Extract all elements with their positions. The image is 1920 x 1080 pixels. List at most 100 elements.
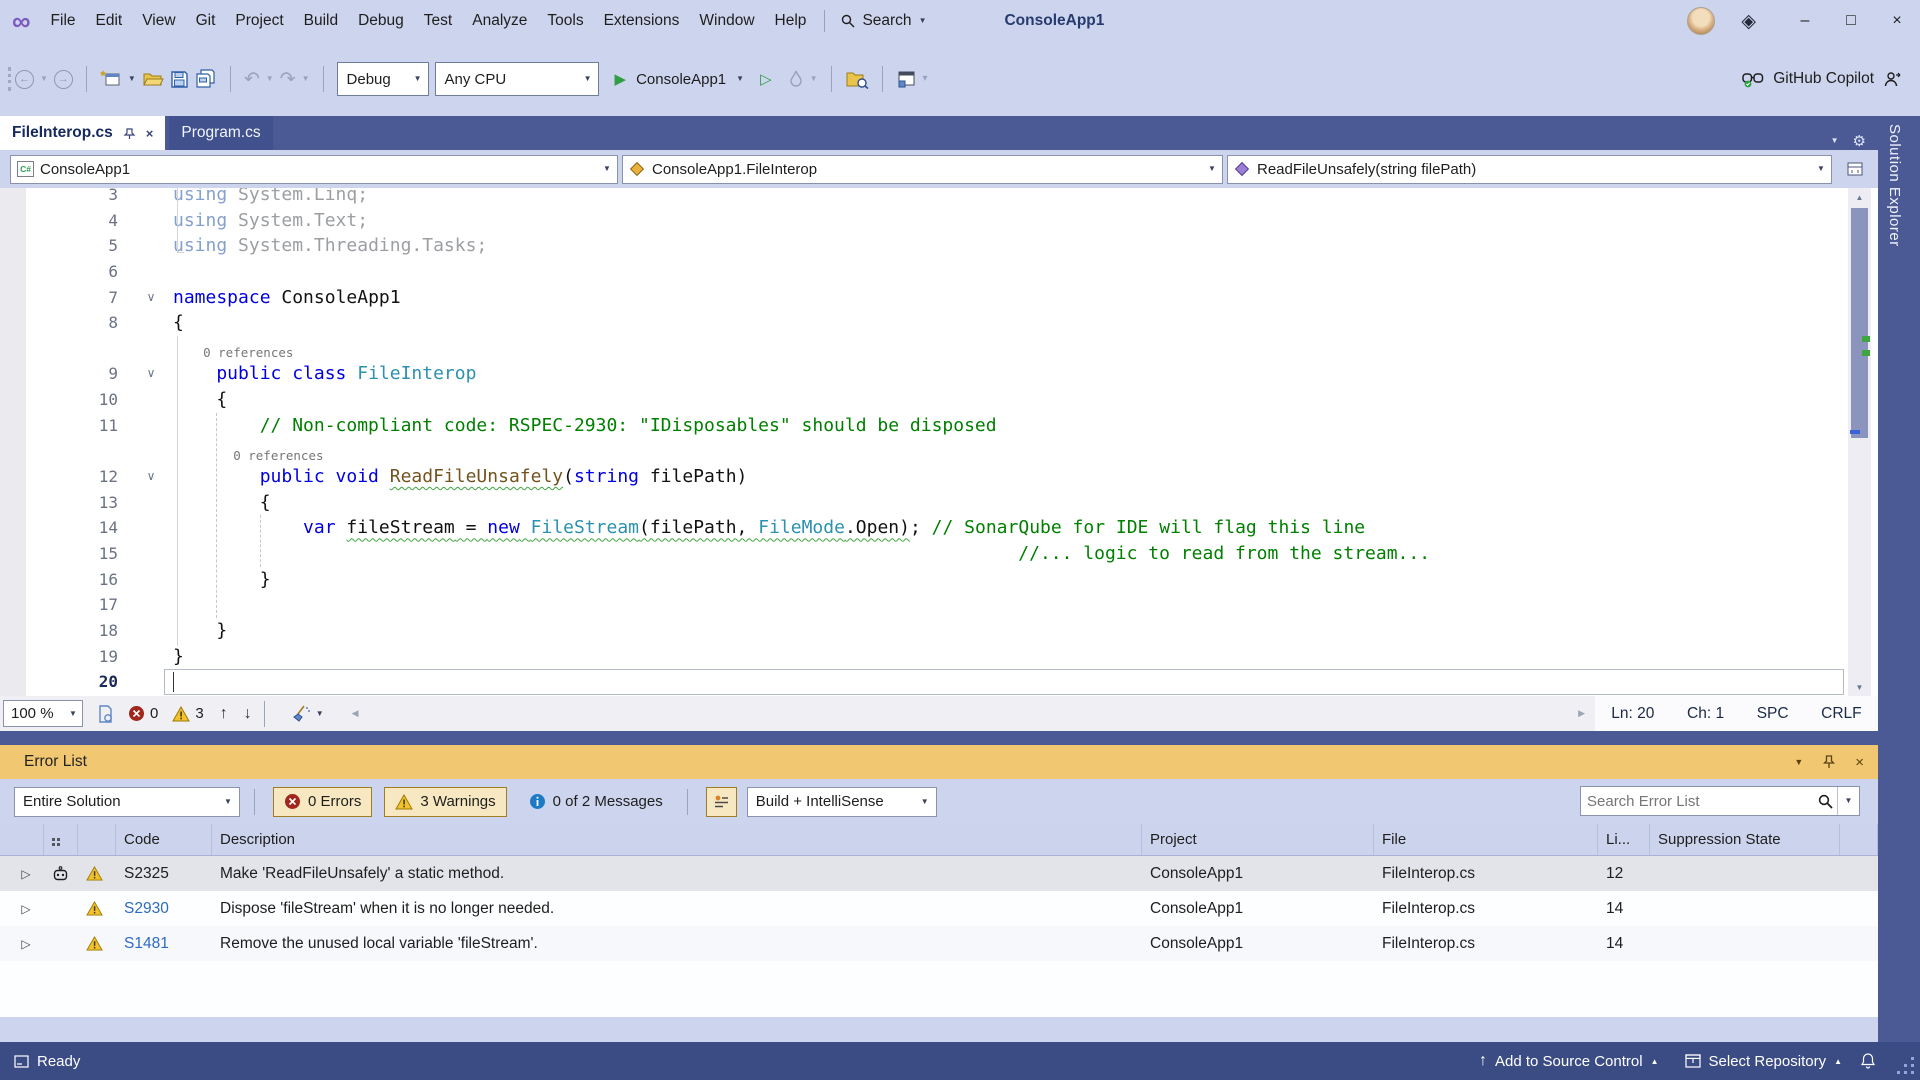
column-header-code[interactable]: Code [116,824,212,855]
solution-platform-select[interactable]: Any CPU ▼ [435,62,599,96]
select-repository-button[interactable]: Select Repository ▲ [1677,1042,1850,1080]
rule-code-link[interactable]: S2930 [124,900,169,918]
tab-fileinterop[interactable]: FileInterop.cs × [0,116,165,150]
undo-dropdown-icon[interactable]: ▼ [266,75,274,83]
row-expander[interactable]: ▷ [0,926,44,961]
codelens-references[interactable]: 0 references [173,345,293,360]
search-input[interactable] [1581,793,1818,810]
menu-item-tools[interactable]: Tools [537,0,593,42]
toolbar-drag-handle[interactable] [8,67,11,91]
save-all-icon[interactable] [195,69,217,89]
warnings-indicator[interactable]: 3 [172,705,203,722]
scroll-down-icon[interactable]: ▼ [1848,678,1871,696]
menu-item-analyze[interactable]: Analyze [462,0,537,42]
messages-filter-button[interactable]: 0 of 2 Messages [519,787,673,817]
menu-item-test[interactable]: Test [414,0,462,42]
next-issue-button[interactable]: ↓ [244,705,252,723]
hot-reload-dropdown-icon[interactable]: ▼ [810,75,818,83]
pin-icon[interactable] [1823,755,1835,769]
scope-select[interactable]: Entire Solution ▼ [14,787,240,817]
search-button[interactable]: Search ▼ [833,12,934,30]
type-dropdown[interactable]: ConsoleApp1.FileInterop ▼ [622,155,1223,184]
menu-item-debug[interactable]: Debug [348,0,414,42]
avatar[interactable] [1687,7,1715,35]
solution-explorer-collapsed-tab[interactable]: Solution Explorer [1886,124,1903,247]
column-indicator[interactable]: Ch: 1 [1687,705,1724,723]
row-expander[interactable]: ▷ [0,891,44,926]
split-window-button[interactable] [1842,156,1868,182]
document-health-button[interactable] [97,705,114,723]
column-header-file[interactable]: File [1374,824,1598,855]
menu-item-window[interactable]: Window [689,0,764,42]
undo-icon[interactable]: ↶ [244,70,260,89]
errors-filter-button[interactable]: 0 Errors [273,787,372,817]
feedback-diamond-icon[interactable]: ◈ [1741,10,1756,33]
error-list-title-bar[interactable]: Error List ▼ × [0,745,1878,779]
menu-item-edit[interactable]: Edit [86,0,133,42]
close-icon[interactable]: × [1855,754,1864,771]
add-to-source-control-button[interactable]: ↑ Add to Source Control ▲ [1471,1042,1667,1080]
code-cleanup-button[interactable]: ▼ [291,705,324,723]
error-list-search[interactable]: ▼ [1580,786,1860,816]
error-list-row-s1481[interactable]: ▷S1481Remove the unused local variable '… [0,926,1878,961]
solution-configuration-select[interactable]: Debug ▼ [337,62,429,96]
previous-issue-button[interactable]: ↑ [220,705,228,723]
insert-mode-indicator[interactable]: SPC [1757,705,1789,723]
codelens-references[interactable]: 0 references [173,448,324,463]
editor-vertical-scrollbar[interactable]: ▲ ▼ [1848,188,1871,696]
navigate-back-button[interactable]: ← [15,70,34,89]
pin-icon[interactable] [123,127,136,140]
minimize-button[interactable]: – [1782,0,1828,42]
start-debugging-icon[interactable]: ▶ [615,70,627,88]
warnings-filter-button[interactable]: 3 Warnings [384,787,506,817]
member-dropdown[interactable]: ReadFileUnsafely(string filePath) ▼ [1227,155,1832,184]
code-cell[interactable]: S2325 [116,856,212,891]
row-expander[interactable]: ▷ [0,856,44,891]
scrollbar-thumb[interactable] [1851,208,1868,438]
column-header-suppressionstate[interactable]: Suppression State [1650,824,1840,855]
redo-dropdown-icon[interactable]: ▼ [302,75,310,83]
menu-item-file[interactable]: File [41,0,86,42]
new-project-icon[interactable] [100,69,122,89]
errors-indicator[interactable]: 0 [128,705,158,722]
menu-item-extensions[interactable]: Extensions [594,0,690,42]
zoom-select[interactable]: 100 % ▼ [3,700,83,727]
panel-splitter[interactable] [0,731,1920,745]
find-in-files-icon[interactable] [845,70,869,89]
background-tasks-icon[interactable] [14,1055,29,1068]
save-icon[interactable] [170,70,189,89]
open-folder-icon[interactable] [142,70,164,88]
horizontal-scrollbar[interactable]: ◀ ▶ [324,696,1595,731]
copilot-status-button[interactable]: GitHub Copilot [1742,70,1920,88]
menu-item-git[interactable]: Git [186,0,226,42]
navigate-forward-button[interactable]: → [54,70,73,89]
resize-grip[interactable] [1911,1071,1914,1074]
fold-toggle-icon[interactable]: ∨ [140,464,162,490]
menu-item-help[interactable]: Help [765,0,817,42]
gear-icon[interactable]: ⚙ [1853,132,1866,150]
copilot-fix-icon[interactable] [52,866,69,881]
line-ending-indicator[interactable]: CRLF [1821,705,1861,723]
scroll-right-icon[interactable]: ▶ [1578,696,1585,731]
window-position-icon[interactable]: ▼ [1794,758,1803,767]
error-list-row-s2930[interactable]: ▷S2930Dispose 'fileStream' when it is no… [0,891,1878,926]
toolbar-overflow-icon[interactable]: ▾ [923,74,927,84]
menu-item-view[interactable]: View [132,0,185,42]
column-header-project[interactable]: Project [1142,824,1374,855]
close-tab-icon[interactable]: × [146,127,154,140]
rule-code-link[interactable]: S1481 [124,935,169,953]
source-filter-select[interactable]: Build + IntelliSense ▼ [747,787,937,817]
start-without-debugging-icon[interactable]: ▷ [760,70,772,88]
project-dropdown[interactable]: C# ConsoleApp1 ▼ [10,155,618,184]
preview-window-icon[interactable] [896,70,917,89]
code-cell[interactable]: S1481 [116,926,212,961]
error-list-row-s2325[interactable]: ▷S2325Make 'ReadFileUnsafely' a static m… [0,856,1878,891]
code-cell[interactable]: S2930 [116,891,212,926]
run-target-label[interactable]: ConsoleApp1 [636,71,726,88]
scroll-up-icon[interactable]: ▲ [1848,188,1871,206]
menu-item-project[interactable]: Project [225,0,293,42]
line-indicator[interactable]: Ln: 20 [1611,705,1654,723]
close-button[interactable]: × [1874,0,1920,42]
notifications-bell-icon[interactable] [1860,1052,1876,1070]
column-header-li[interactable]: Li... [1598,824,1650,855]
